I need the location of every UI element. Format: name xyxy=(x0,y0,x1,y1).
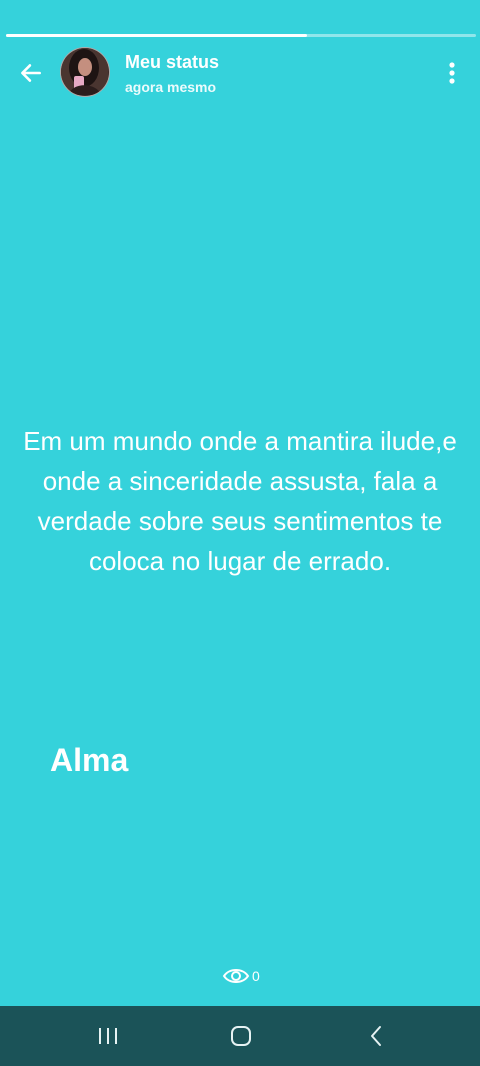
status-owner-title: Meu status xyxy=(125,52,220,72)
home-button[interactable] xyxy=(221,1020,261,1052)
status-progress-bar xyxy=(6,34,476,37)
recents-button[interactable] xyxy=(88,1020,128,1052)
status-screen[interactable]: Meu status agora mesmo Em um mundo onde … xyxy=(0,0,480,1006)
status-signature: Alma xyxy=(50,742,129,778)
avatar[interactable] xyxy=(60,47,110,97)
arrow-left-icon xyxy=(21,64,41,82)
eye-icon xyxy=(222,969,250,983)
views-count: 0 xyxy=(252,968,260,984)
status-timestamp: agora mesmo xyxy=(125,79,217,95)
chevron-left-icon xyxy=(371,1026,381,1046)
home-icon xyxy=(231,1026,251,1046)
recents-icon xyxy=(99,1028,117,1044)
back-button[interactable] xyxy=(14,56,48,90)
status-text: Em um mundo onde a mantira ilude,e onde … xyxy=(23,426,457,576)
more-options-button[interactable] xyxy=(437,58,467,88)
more-vertical-icon xyxy=(449,62,455,84)
status-progress-fill xyxy=(6,34,307,37)
views-button[interactable]: 0 xyxy=(222,964,260,988)
nav-back-button[interactable] xyxy=(356,1020,396,1052)
profile-photo xyxy=(61,48,108,95)
system-navigation-bar xyxy=(0,1006,480,1066)
